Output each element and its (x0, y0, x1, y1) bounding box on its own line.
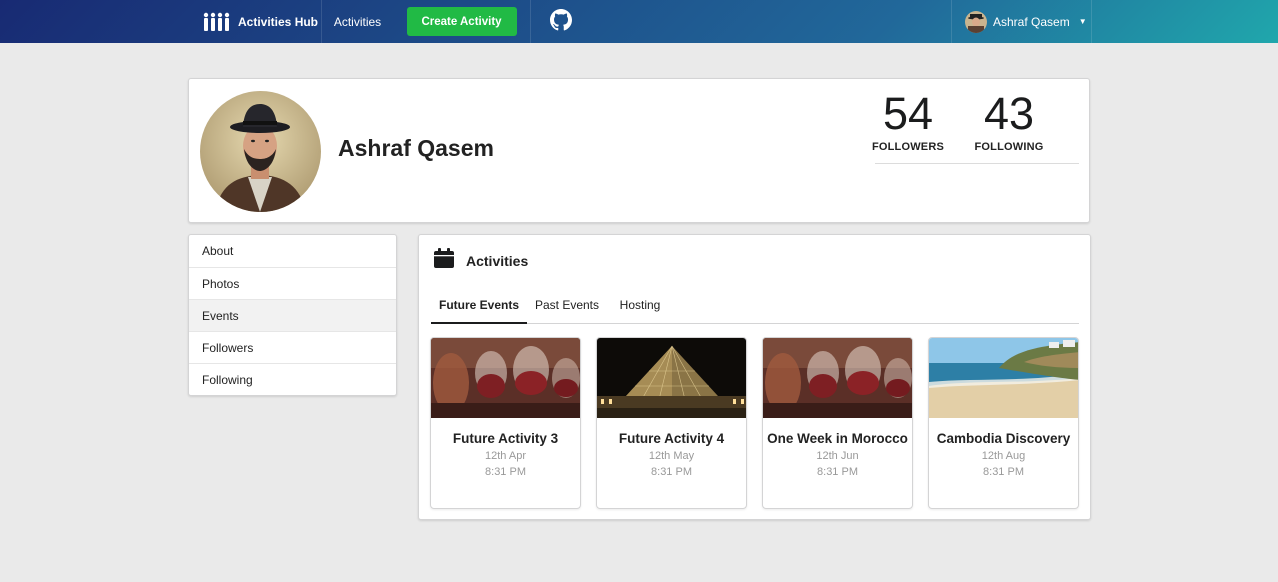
activity-title: Future Activity 4 (618, 431, 725, 446)
user-menu-dropdown[interactable]: Ashraf Qasem ▼ (951, 0, 1092, 43)
tab-label: Hosting (619, 298, 661, 312)
activity-card[interactable]: Cambodia Discovery 12th Aug 8:31 PM (928, 337, 1079, 509)
stats-divider (875, 163, 1079, 164)
nav-activities-link[interactable]: Activities (321, 0, 393, 43)
profile-side-menu: About Photos Events Followers Following (188, 234, 397, 396)
activity-time: 8:31 PM (817, 466, 858, 478)
brand-label: Activities Hub (238, 14, 319, 29)
caret-down-icon: ▼ (1078, 17, 1087, 26)
activity-card[interactable]: Future Activity 4 12th May 8:31 PM (596, 337, 747, 509)
profile-photo (200, 91, 321, 212)
side-menu-label: Following (202, 372, 253, 387)
create-activity-button[interactable]: Create Activity (406, 7, 517, 36)
followers-label: FOLLOWERS (871, 141, 945, 153)
profile-header-card: Ashraf Qasem 54 FOLLOWERS 43 FOLLOWING (188, 78, 1090, 223)
followers-stat: 54 FOLLOWERS (863, 88, 953, 154)
calendar-icon (433, 247, 455, 274)
activity-image (929, 338, 1078, 418)
activity-image (597, 338, 746, 418)
activity-cards: Future Activity 3 12th Apr 8:31 PM Futur… (430, 337, 1080, 509)
tab-label: Past Events (534, 298, 600, 312)
activity-time: 8:31 PM (651, 466, 692, 478)
tab-label: Future Events (438, 298, 519, 312)
activity-image (763, 338, 912, 418)
user-avatar (965, 10, 987, 33)
activity-title: Cambodia Discovery (936, 431, 1071, 446)
activity-date: 12th May (648, 450, 695, 462)
side-menu-item-followers[interactable]: Followers (189, 331, 396, 363)
following-label: FOLLOWING (974, 141, 1044, 153)
activity-date: 12th Jun (816, 450, 859, 462)
people-logo-icon (202, 12, 230, 32)
tab-future-events[interactable]: Future Events (431, 298, 527, 324)
nav-create-container: Create Activity (393, 0, 530, 43)
activity-image (431, 338, 580, 418)
activity-date: 12th Apr (485, 450, 526, 462)
events-tabs: Future Events Past Events Hosting (431, 298, 1079, 324)
activities-header: Activities (433, 247, 528, 274)
profile-name: Ashraf Qasem (338, 135, 494, 161)
side-menu-label: Followers (202, 340, 254, 355)
user-name-label: Ashraf Qasem (993, 14, 1070, 29)
side-menu-label: Photos (202, 276, 240, 291)
side-menu-label: Events (202, 308, 239, 323)
following-count: 43 (983, 88, 1035, 139)
activity-time: 8:31 PM (983, 466, 1024, 478)
github-link[interactable] (530, 0, 590, 43)
side-menu-item-about[interactable]: About (189, 235, 396, 267)
activity-title: One Week in Morocco (767, 431, 908, 446)
activity-card[interactable]: One Week in Morocco 12th Jun 8:31 PM (762, 337, 913, 509)
top-navbar: Activities Hub Activities Create Activit… (0, 0, 1278, 43)
activity-time: 8:31 PM (485, 466, 526, 478)
side-menu-item-following[interactable]: Following (189, 363, 396, 395)
github-icon (549, 9, 572, 34)
activities-panel: Activities Future Events Past Events Hos… (418, 234, 1091, 520)
side-menu-item-photos[interactable]: Photos (189, 267, 396, 299)
brand-link[interactable]: Activities Hub (186, 0, 321, 43)
side-menu-item-events[interactable]: Events (189, 299, 396, 331)
tab-hosting[interactable]: Hosting (607, 298, 673, 324)
activities-title: Activities (466, 252, 529, 269)
followers-count: 54 (882, 88, 934, 139)
side-menu-label: About (202, 244, 234, 258)
activity-title: Future Activity 3 (452, 431, 559, 446)
nav-activities-label: Activities (333, 14, 382, 29)
following-stat: 43 FOLLOWING (964, 88, 1054, 154)
activity-card[interactable]: Future Activity 3 12th Apr 8:31 PM (430, 337, 581, 509)
tab-past-events[interactable]: Past Events (527, 298, 607, 324)
activity-date: 12th Aug (981, 450, 1026, 462)
